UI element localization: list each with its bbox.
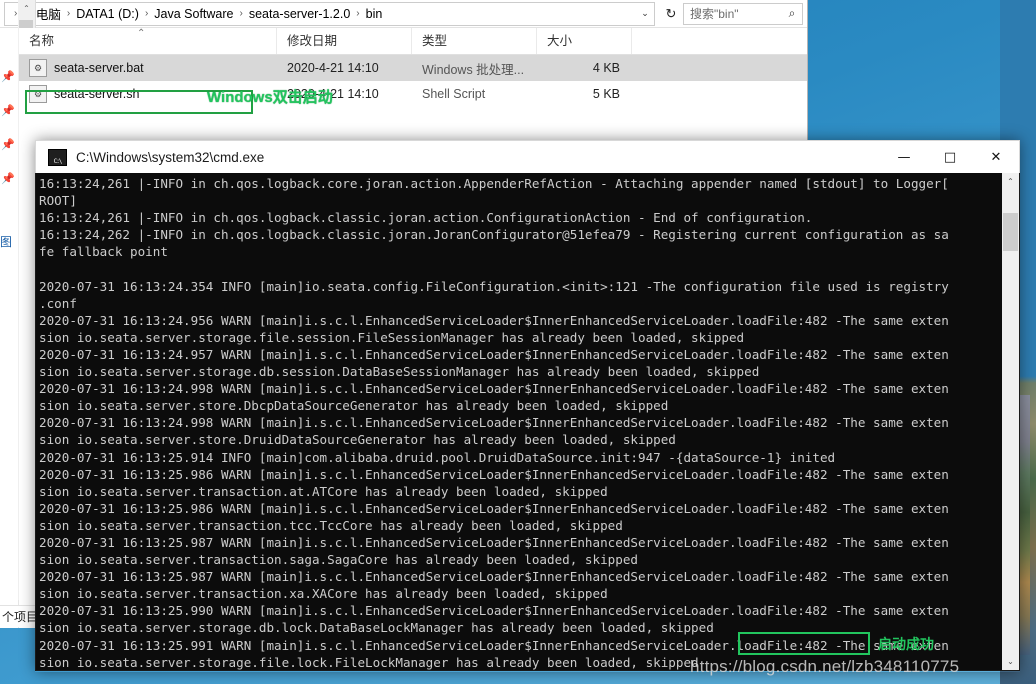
- console-line: 2020-07-31 16:13:24.956 WARN [main]i.s.c…: [39, 312, 949, 328]
- breadcrumb-item-2[interactable]: Java Software: [151, 7, 236, 21]
- console-line: 2020-07-31 16:13:25.987 WARN [main]i.s.c…: [39, 569, 949, 585]
- scrollbar-thumb[interactable]: [1003, 213, 1018, 251]
- search-placeholder: 搜索"bin": [690, 7, 739, 21]
- column-header-date[interactable]: 修改日期: [277, 28, 412, 54]
- refresh-icon[interactable]: ↻: [659, 2, 683, 26]
- search-input[interactable]: 搜索"bin" ⌕: [683, 2, 803, 25]
- console-output[interactable]: 16:13:24,261 |-INFO in ch.qos.logback.co…: [36, 173, 1002, 670]
- console-line: 2020-07-31 16:13:25.914 INFO [main]com.a…: [39, 449, 836, 465]
- console-line: 2020-07-31 16:13:24.354 INFO [main]io.se…: [39, 278, 949, 294]
- column-header-size[interactable]: 大小: [537, 28, 632, 54]
- explorer-address-row: › 此电脑 › DATA1 (D:) › Java Software › sea…: [0, 0, 807, 28]
- scroll-down-icon[interactable]: ⌄: [1002, 653, 1019, 670]
- console-line: sion io.seata.server.storage.file.sessio…: [39, 329, 745, 345]
- console-line: 2020-07-31 16:13:24.957 WARN [main]i.s.c…: [39, 346, 949, 362]
- close-button[interactable]: ✕: [973, 141, 1019, 174]
- console-line: sion io.seata.server.transaction.xa.XACo…: [39, 586, 608, 602]
- pin-icon: 📌: [1, 71, 15, 83]
- table-row[interactable]: ⚙ seata-server.sh 2020-4-21 14:10 Shell …: [19, 81, 807, 107]
- annotation-double-click: Windows双击启动: [207, 89, 333, 106]
- console-line: 2020-07-31 16:13:25.986 WARN [main]i.s.c…: [39, 466, 949, 482]
- console-line: fe fallback point: [39, 244, 168, 260]
- column-header-name-label: 名称: [29, 34, 55, 48]
- gear-file-icon: ⚙: [29, 59, 47, 77]
- file-date-cell: 2020-4-21 14:10: [287, 61, 379, 75]
- console-line: 2020-07-31 16:13:25.987 WARN [main]i.s.c…: [39, 534, 949, 550]
- breadcrumb-item-4[interactable]: bin: [363, 7, 386, 21]
- console-line: 16:13:24,262 |-INFO in ch.qos.logback.cl…: [39, 227, 949, 243]
- annotation-start-success: 启动成功: [878, 636, 934, 652]
- watermark-url: https://blog.csdn.net/lzb348110775: [690, 657, 960, 676]
- console-line: .conf: [39, 295, 77, 311]
- cmd-title-text: C:\Windows\system32\cmd.exe: [76, 149, 265, 165]
- table-row[interactable]: ⚙ seata-server.bat 2020-4-21 14:10 Windo…: [19, 55, 807, 81]
- column-header-type[interactable]: 类型: [412, 28, 537, 54]
- console-line: sion io.seata.server.storage.db.session.…: [39, 364, 760, 380]
- breadcrumb-item-3[interactable]: seata-server-1.2.0: [246, 7, 353, 21]
- console-line: sion io.seata.server.store.DbcpDataSourc…: [39, 398, 669, 414]
- console-line: sion io.seata.server.transaction.saga.Sa…: [39, 552, 638, 568]
- status-item-count: 个项目: [2, 610, 39, 624]
- navigation-pane: 📌 📌 📌 📌 图: [0, 28, 19, 628]
- console-line: 2020-07-31 16:13:25.986 WARN [main]i.s.c…: [39, 500, 949, 516]
- console-line: 16:13:24,261 |-INFO in ch.qos.logback.cl…: [39, 210, 813, 226]
- file-name-label: seata-server.sh: [54, 87, 140, 101]
- address-bar[interactable]: › 此电脑 › DATA1 (D:) › Java Software › sea…: [4, 1, 655, 26]
- cmd-icon: C:\: [48, 148, 67, 166]
- console-line: ROOT]: [39, 193, 77, 209]
- console-line: 2020-07-31 16:13:25.990 WARN [main]i.s.c…: [39, 603, 949, 619]
- chevron-down-icon[interactable]: ⌄: [636, 8, 654, 19]
- console-line: 2020-07-31 16:13:24.998 WARN [main]i.s.c…: [39, 415, 949, 431]
- sort-ascending-icon: ⌃: [137, 28, 146, 39]
- nav-item-label[interactable]: 图: [0, 233, 12, 250]
- gear-file-icon: ⚙: [29, 85, 47, 103]
- console-line: sion io.seata.server.transaction.at.ATCo…: [39, 483, 608, 499]
- pin-icon: 📌: [1, 105, 15, 117]
- file-name-label: seata-server.bat: [54, 61, 144, 75]
- file-type-cell: Windows 批处理...: [422, 62, 525, 77]
- console-line: sion io.seata.server.storage.db.lock.Dat…: [39, 620, 714, 636]
- console-line: 16:13:24,261 |-INFO in ch.qos.logback.co…: [39, 176, 949, 191]
- pin-icon: 📌: [1, 173, 15, 185]
- breadcrumb: › 此电脑 › DATA1 (D:) › Java Software › sea…: [5, 4, 636, 23]
- file-name-cell[interactable]: ⚙ seata-server.bat: [19, 59, 277, 77]
- search-icon: ⌕: [788, 6, 796, 20]
- scroll-up-icon[interactable]: ⌃: [18, 0, 35, 17]
- cmd-title-bar[interactable]: C:\ C:\Windows\system32\cmd.exe — □ ✕: [35, 140, 1020, 173]
- command-prompt-window: C:\ C:\Windows\system32\cmd.exe — □ ✕ 16…: [35, 140, 1020, 672]
- file-size-cell: 5 KB: [592, 87, 620, 101]
- console-scrollbar[interactable]: ⌃ ⌄: [1002, 173, 1019, 670]
- breadcrumb-sep-icon: ›: [356, 8, 360, 19]
- maximize-button[interactable]: □: [927, 141, 973, 174]
- console-line: sion io.seata.server.store.DruidDataSour…: [39, 432, 676, 448]
- breadcrumb-item-1[interactable]: DATA1 (D:): [73, 7, 142, 21]
- column-header-name[interactable]: 名称 ⌃: [19, 28, 277, 54]
- console-line: 2020-07-31 16:13:24.998 WARN [main]i.s.c…: [39, 381, 949, 397]
- column-headers: 名称 ⌃ 修改日期 类型 大小: [19, 28, 807, 55]
- breadcrumb-sep-icon: ›: [239, 8, 243, 19]
- scroll-up-icon[interactable]: ⌃: [1002, 173, 1019, 190]
- breadcrumb-sep-icon: ›: [66, 8, 71, 19]
- cmd-console-body: 16:13:24,261 |-INFO in ch.qos.logback.co…: [35, 173, 1020, 671]
- breadcrumb-sep-icon: ›: [144, 8, 149, 19]
- file-size-cell: 4 KB: [592, 61, 620, 75]
- pin-icon: 📌: [1, 139, 15, 151]
- console-line: sion io.seata.server.transaction.tcc.Tcc…: [39, 517, 623, 533]
- minimize-button[interactable]: —: [881, 141, 927, 174]
- console-line: 2020-07-31 16:13:25.991 WARN [main]i.s.c…: [39, 637, 949, 653]
- file-type-cell: Shell Script: [422, 87, 486, 101]
